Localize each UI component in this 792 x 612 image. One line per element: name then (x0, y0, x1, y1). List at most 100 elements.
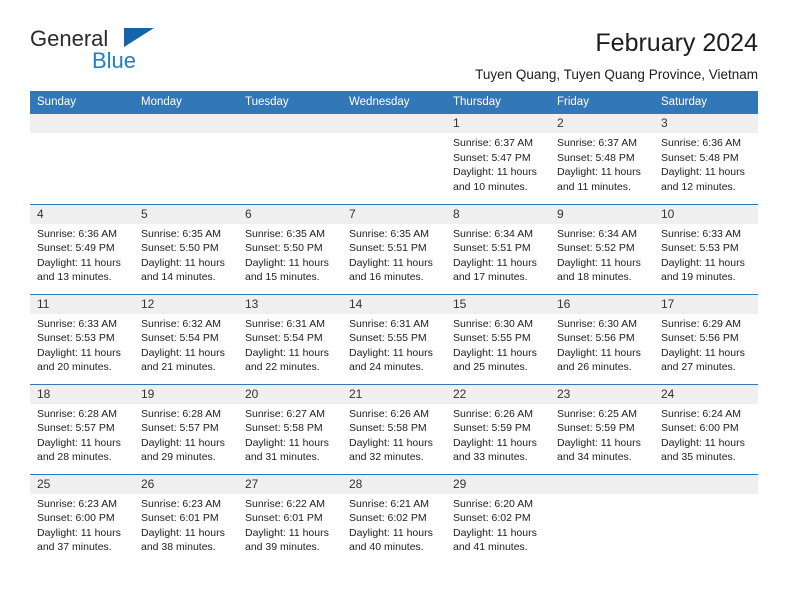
day-number: 8 (446, 204, 550, 224)
calendar-empty-cell (134, 114, 238, 204)
calendar-day-cell[interactable]: 18 Sunrise: 6:28 AM Sunset: 5:57 PM Dayligh… (30, 383, 134, 474)
sunset-time: Sunset: 5:48 PM (661, 151, 739, 164)
day-number: 12 (134, 294, 238, 314)
calendar-day-cell[interactable]: 12 Sunrise: 6:32 AM Sunset: 5:54 PM Dayligh… (134, 293, 238, 384)
sunrise-time: Sunrise: 6:37 AM (453, 137, 533, 149)
calendar-day-cell[interactable]: 4 Sunrise: 6:36 AM Sunset: 5:49 PM Daylight… (30, 203, 134, 294)
calendar-empty-cell (654, 473, 758, 564)
sunset-time: Sunset: 5:59 PM (557, 422, 635, 435)
calendar-empty-cell (238, 114, 342, 204)
daylight-duration-line2: and 22 minutes. (245, 361, 320, 374)
calendar-day-cell[interactable]: 24 Sunrise: 6:24 AM Sunset: 6:00 PM Dayligh… (654, 383, 758, 474)
sunrise-time: Sunrise: 6:35 AM (349, 227, 429, 240)
daylight-duration-line1: Daylight: 11 hours (349, 256, 433, 269)
calendar-day-cell[interactable]: 20 Sunrise: 6:27 AM Sunset: 5:58 PM Dayligh… (238, 383, 342, 474)
day-details: Sunrise: 6:35 AM Sunset: 5:50 PM Daylight:… (134, 224, 238, 285)
day-number: 17 (654, 294, 758, 314)
calendar-day-cell[interactable]: 25 Sunrise: 6:23 AM Sunset: 6:00 PM Dayligh… (30, 473, 134, 564)
day-details: Sunrise: 6:31 AM Sunset: 5:55 PM Daylight:… (342, 314, 446, 375)
sunrise-time: Sunrise: 6:29 AM (661, 317, 741, 330)
calendar-day-cell[interactable]: 7 Sunrise: 6:35 AM Sunset: 5:51 PM Daylight… (342, 203, 446, 294)
day-number (550, 474, 654, 494)
daylight-duration-line1: Daylight: 11 hours (453, 346, 537, 359)
calendar-day-cell[interactable]: 9 Sunrise: 6:34 AM Sunset: 5:52 PM Daylight… (550, 203, 654, 294)
blue-triangle-icon (124, 28, 154, 47)
day-details: Sunrise: 6:29 AM Sunset: 5:56 PM Daylight:… (654, 314, 758, 375)
daylight-duration-line1: Daylight: 11 hours (141, 526, 225, 539)
sunset-time: Sunset: 5:54 PM (141, 332, 219, 345)
day-details: Sunrise: 6:34 AM Sunset: 5:51 PM Daylight:… (446, 224, 550, 285)
calendar-day-cell[interactable]: 26 Sunrise: 6:23 AM Sunset: 6:01 PM Dayligh… (134, 473, 238, 564)
sunrise-time: Sunrise: 6:33 AM (37, 317, 117, 330)
daylight-duration-line1: Daylight: 11 hours (661, 256, 745, 269)
daylight-duration-line1: Daylight: 11 hours (141, 436, 225, 449)
calendar-day-cell[interactable]: 16 Sunrise: 6:30 AM Sunset: 5:56 PM Dayligh… (550, 293, 654, 384)
day-details: Sunrise: 6:24 AM Sunset: 6:00 PM Daylight:… (654, 404, 758, 465)
sunrise-time: Sunrise: 6:33 AM (661, 227, 741, 240)
calendar-day-cell[interactable]: 3 Sunrise: 6:36 AM Sunset: 5:48 PM Daylight… (654, 114, 758, 204)
sunrise-time: Sunrise: 6:35 AM (245, 227, 325, 240)
day-details: Sunrise: 6:36 AM Sunset: 5:48 PM Daylight:… (654, 133, 758, 194)
calendar-week-row: 18 Sunrise: 6:28 AM Sunset: 5:57 PM Dayligh… (30, 383, 758, 474)
daylight-duration-line2: and 19 minutes. (661, 271, 736, 284)
calendar-day-cell[interactable]: 27 Sunrise: 6:22 AM Sunset: 6:01 PM Dayligh… (238, 473, 342, 564)
page-title: February 2024 (595, 29, 758, 57)
sunrise-time: Sunrise: 6:23 AM (37, 497, 117, 510)
calendar-empty-cell (30, 114, 134, 204)
calendar-week-row: 1 Sunrise: 6:37 AM Sunset: 5:47 PM Daylight… (30, 114, 758, 204)
calendar-day-cell[interactable]: 2 Sunrise: 6:37 AM Sunset: 5:48 PM Daylight… (550, 114, 654, 204)
sunrise-time: Sunrise: 6:28 AM (141, 407, 221, 420)
sunrise-time: Sunrise: 6:26 AM (453, 407, 533, 420)
page-header: General Blue February 2024 Tuyen Quang, … (0, 0, 792, 82)
daylight-duration-line1: Daylight: 11 hours (37, 436, 121, 449)
daylight-duration-line2: and 29 minutes. (141, 451, 216, 464)
calendar-header-row: Sunday Monday Tuesday Wednesday Thursday… (30, 91, 758, 114)
sunset-time: Sunset: 5:57 PM (37, 422, 115, 435)
calendar-day-cell[interactable]: 14 Sunrise: 6:31 AM Sunset: 5:55 PM Dayligh… (342, 293, 446, 384)
day-details: Sunrise: 6:33 AM Sunset: 5:53 PM Daylight:… (30, 314, 134, 375)
day-details: Sunrise: 6:26 AM Sunset: 5:59 PM Daylight:… (446, 404, 550, 465)
day-number: 6 (238, 204, 342, 224)
calendar-day-cell[interactable]: 10 Sunrise: 6:33 AM Sunset: 5:53 PM Dayligh… (654, 203, 758, 294)
sunset-time: Sunset: 6:02 PM (453, 512, 531, 525)
calendar-day-cell[interactable]: 8 Sunrise: 6:34 AM Sunset: 5:51 PM Daylight… (446, 203, 550, 294)
calendar-day-cell[interactable]: 23 Sunrise: 6:25 AM Sunset: 5:59 PM Dayligh… (550, 383, 654, 474)
calendar-day-cell[interactable]: 21 Sunrise: 6:26 AM Sunset: 5:58 PM Dayligh… (342, 383, 446, 474)
weekday-header-wednesday: Wednesday (342, 91, 446, 114)
generalblue-logo[interactable]: General Blue (30, 26, 155, 73)
day-number: 20 (238, 384, 342, 404)
day-number (30, 114, 134, 133)
calendar-day-cell[interactable]: 11 Sunrise: 6:33 AM Sunset: 5:53 PM Dayligh… (30, 293, 134, 384)
sunset-time: Sunset: 5:53 PM (37, 332, 115, 345)
calendar-empty-cell (550, 473, 654, 564)
calendar-day-cell[interactable]: 17 Sunrise: 6:29 AM Sunset: 5:56 PM Dayligh… (654, 293, 758, 384)
sunset-time: Sunset: 5:55 PM (453, 332, 531, 345)
daylight-duration-line2: and 20 minutes. (37, 361, 112, 374)
calendar-day-cell[interactable]: 13 Sunrise: 6:31 AM Sunset: 5:54 PM Dayligh… (238, 293, 342, 384)
calendar-day-cell[interactable]: 15 Sunrise: 6:30 AM Sunset: 5:55 PM Dayligh… (446, 293, 550, 384)
calendar-day-cell[interactable]: 6 Sunrise: 6:35 AM Sunset: 5:50 PM Daylight… (238, 203, 342, 294)
sunset-time: Sunset: 5:48 PM (557, 151, 635, 164)
sunrise-time: Sunrise: 6:22 AM (245, 497, 325, 510)
sunset-time: Sunset: 6:01 PM (141, 512, 219, 525)
day-number: 10 (654, 204, 758, 224)
calendar-day-cell[interactable]: 1 Sunrise: 6:37 AM Sunset: 5:47 PM Daylight… (446, 114, 550, 204)
day-number: 28 (342, 474, 446, 494)
calendar-day-cell[interactable]: 5 Sunrise: 6:35 AM Sunset: 5:50 PM Daylight… (134, 203, 238, 294)
calendar-day-cell[interactable]: 29 Sunrise: 6:20 AM Sunset: 6:02 PM Dayligh… (446, 473, 550, 564)
day-details: Sunrise: 6:30 AM Sunset: 5:56 PM Daylight:… (550, 314, 654, 375)
day-details: Sunrise: 6:27 AM Sunset: 5:58 PM Daylight:… (238, 404, 342, 465)
sunrise-time: Sunrise: 6:36 AM (661, 137, 741, 149)
day-number (134, 114, 238, 133)
daylight-duration-line1: Daylight: 11 hours (37, 256, 121, 269)
sunrise-time: Sunrise: 6:23 AM (141, 497, 221, 510)
sunset-time: Sunset: 6:01 PM (245, 512, 323, 525)
sunset-time: Sunset: 5:49 PM (37, 242, 115, 255)
sunset-time: Sunset: 5:50 PM (245, 242, 323, 255)
daylight-duration-line2: and 25 minutes. (453, 361, 528, 374)
calendar-page: General Blue February 2024 Tuyen Quang, … (0, 0, 792, 612)
calendar-day-cell[interactable]: 19 Sunrise: 6:28 AM Sunset: 5:57 PM Dayligh… (134, 383, 238, 474)
calendar-day-cell[interactable]: 22 Sunrise: 6:26 AM Sunset: 5:59 PM Dayligh… (446, 383, 550, 474)
calendar-day-cell[interactable]: 28 Sunrise: 6:21 AM Sunset: 6:02 PM Dayligh… (342, 473, 446, 564)
sunrise-time: Sunrise: 6:32 AM (141, 317, 221, 330)
